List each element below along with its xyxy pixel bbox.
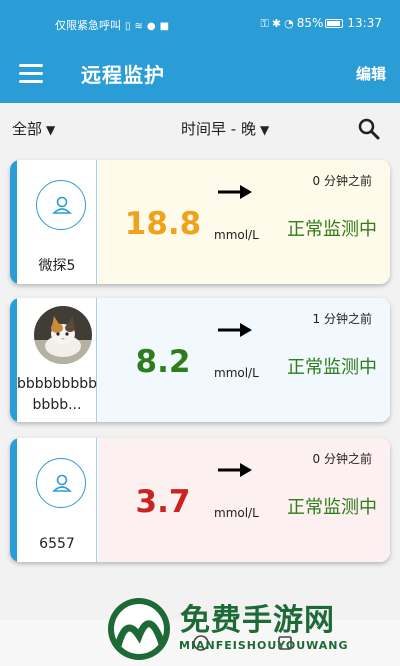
time-ago: 0 分钟之前 [312,174,372,188]
status-left: 仅限紧急呼叫 ▯ ≋ ● ■ [55,17,169,33]
time-ago: 1 分钟之前 [312,312,372,326]
watermark-logo-icon [108,598,170,660]
app-notification-icon: ■ [159,21,170,32]
glucose-reading: 8.2 [135,344,191,380]
monitor-status: 正常监测中 [287,357,377,378]
speed-icon: ◔ [284,17,294,30]
page-title: 远程监护 [81,63,165,87]
time-ago: 0 分钟之前 [312,452,372,466]
card-accent [10,438,17,562]
monitor-status: 正常监测中 [287,219,377,240]
card-accent [10,160,17,284]
avatar [34,306,92,364]
monitor-status: 正常监测中 [287,497,377,518]
no-sim-icon: ▯ [125,21,131,32]
sort-time-dropdown[interactable]: 时间早 - 晚 ▼ [181,118,269,139]
patient-card[interactable]: 6557 0 分钟之前 3.7 mmol/L 正常监测中 [10,438,390,562]
patient-user-pane: 6557 [17,438,97,562]
user-icon [52,474,72,492]
patient-card[interactable]: 微探5 0 分钟之前 18.8 mmol/L 正常监测中 [10,160,390,284]
user-icon [52,196,72,214]
glucose-unit: mmol/L [214,366,259,380]
glucose-reading: 3.7 [135,484,191,520]
status-bar: 仅限紧急呼叫 ▯ ≋ ● ■ ⚿ ✱ ◔ 85% 13:37 [0,0,400,45]
watermark-subtitle: MIANFEISHOUYOUWANG [179,639,349,652]
trend-flat-arrow-icon [218,185,252,199]
app-bar: 远程监护 编辑 [0,45,400,103]
patient-card[interactable]: bbbbbbbbbbbbb... 1 分钟之前 8.2 mmol/L 正常监测中 [10,298,390,422]
watermark-title: 免费手游网 [180,603,335,638]
bluetooth-icon: ✱ [271,17,282,30]
filter-all-label: 全部 [12,120,43,138]
menu-icon[interactable] [19,64,43,84]
filter-all-dropdown[interactable]: 全部 ▼ [12,118,55,139]
battery-icon [325,19,344,28]
search-icon[interactable] [357,117,381,141]
battery-percent: 85% [296,16,324,30]
patient-user-pane: 微探5 [17,160,97,284]
patient-user-pane: bbbbbbbbbbbbb... [17,298,97,422]
edit-button[interactable]: 编辑 [356,63,386,84]
patient-name: 6557 [39,536,75,552]
card-accent [10,298,17,422]
patient-data-pane: 0 分钟之前 18.8 mmol/L 正常监测中 [98,160,390,284]
filter-bar: 全部 ▼ 时间早 - 晚 ▼ [0,103,400,153]
patient-data-pane: 0 分钟之前 3.7 mmol/L 正常监测中 [98,438,390,562]
caret-down-icon: ▼ [259,123,270,137]
key-icon: ⚿ [260,17,269,30]
cat-photo-icon [34,306,92,364]
glucose-unit: mmol/L [214,506,259,520]
drop-icon: ● [146,21,156,32]
caret-down-icon: ▼ [46,123,56,137]
avatar [36,180,86,230]
trend-flat-arrow-icon [218,323,252,337]
glucose-unit: mmol/L [214,228,259,242]
sort-time-label: 时间早 - 晚 [181,120,256,138]
clock: 13:37 [347,16,382,30]
status-right: ⚿ ✱ ◔ 85% 13:37 [261,16,382,31]
patient-name-text: bbbbbbbbbbbbb... [17,376,97,413]
trend-flat-arrow-icon [218,463,252,477]
patient-data-pane: 1 分钟之前 8.2 mmol/L 正常监测中 [98,298,390,422]
patient-name: 微探5 [38,258,76,274]
carrier-text: 仅限紧急呼叫 [55,19,121,32]
glucose-reading: 18.8 [124,206,202,242]
avatar [36,458,86,508]
wifi-icon: ≋ [134,21,143,32]
patient-name: bbbbbbbbbbbbb... [17,374,97,416]
